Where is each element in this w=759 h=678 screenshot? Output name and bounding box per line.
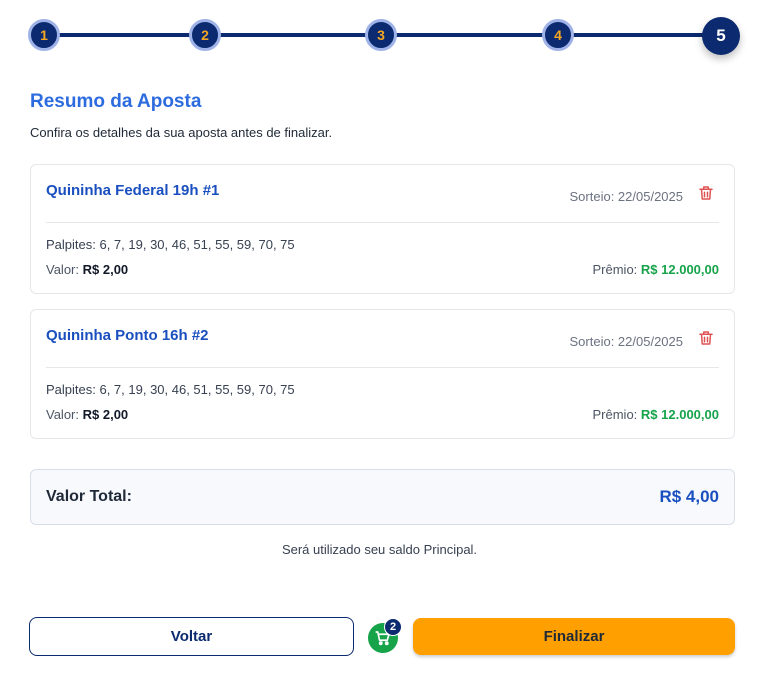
- bet-name: Quininha Ponto 16h #2: [46, 327, 209, 344]
- total-box: Valor Total: R$ 4,00: [30, 469, 735, 525]
- back-button[interactable]: Voltar: [29, 617, 354, 656]
- trash-icon[interactable]: [697, 329, 715, 347]
- step-5-active[interactable]: 5: [702, 17, 740, 55]
- card-divider: [46, 222, 719, 223]
- finish-button[interactable]: Finalizar: [413, 618, 735, 655]
- total-value: R$ 4,00: [659, 487, 719, 506]
- bet-card: Quininha Ponto 16h #2 Sorteio: 22/05/202…: [30, 309, 735, 439]
- total-label: Valor Total:: [46, 488, 132, 505]
- trash-icon[interactable]: [697, 184, 715, 202]
- cart-count-badge: 2: [384, 618, 402, 636]
- bet-card: Quininha Federal 19h #1 Sorteio: 22/05/2…: [30, 164, 735, 294]
- bet-draw-date: Sorteio: 22/05/2025: [569, 334, 683, 349]
- step-3[interactable]: 3: [365, 19, 397, 51]
- bet-prize: Prêmio: R$ 12.000,00: [592, 407, 720, 422]
- summary-subtitle: Confira os detalhes da sua aposta antes …: [30, 125, 333, 140]
- card-divider: [46, 367, 719, 368]
- bet-guesses: Palpites: 6, 7, 19, 30, 46, 51, 55, 59, …: [46, 382, 295, 397]
- bet-draw-date: Sorteio: 22/05/2025: [569, 189, 683, 204]
- bet-prize: Prêmio: R$ 12.000,00: [592, 262, 720, 277]
- step-2[interactable]: 2: [189, 19, 221, 51]
- bet-value: Valor: R$ 2,00: [46, 407, 129, 422]
- step-1[interactable]: 1: [28, 19, 60, 51]
- bet-value: Valor: R$ 2,00: [46, 262, 129, 277]
- summary-title: Resumo da Aposta: [30, 91, 202, 112]
- bet-name: Quininha Federal 19h #1: [46, 182, 220, 199]
- step-4[interactable]: 4: [542, 19, 574, 51]
- progress-stepper: 1 2 3 4 5: [28, 17, 740, 55]
- balance-note: Será utilizado seu saldo Principal.: [281, 542, 478, 557]
- bet-guesses: Palpites: 6, 7, 19, 30, 46, 51, 55, 59, …: [46, 237, 295, 252]
